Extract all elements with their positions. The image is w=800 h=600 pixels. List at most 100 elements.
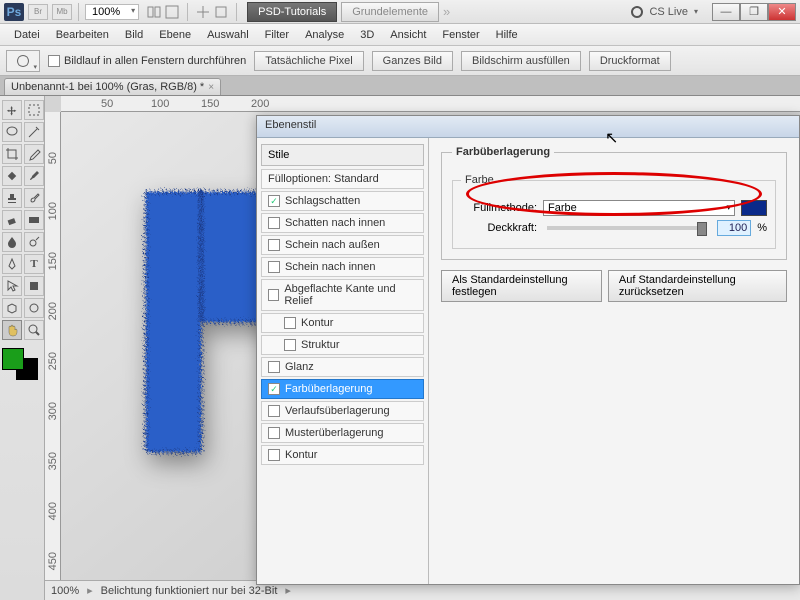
menu-bearbeiten[interactable]: Bearbeiten xyxy=(48,26,117,44)
group-title: Farbe xyxy=(461,174,498,186)
style-item[interactable]: Schein nach außen xyxy=(261,235,424,255)
style-item[interactable]: ✓Farbüberlagerung xyxy=(261,379,424,399)
marquee-tool[interactable] xyxy=(24,100,44,120)
style-item-label: Schein nach innen xyxy=(285,261,376,273)
style-item[interactable]: Musterüberlagerung xyxy=(261,423,424,443)
reset-default-button[interactable]: Auf Standardeinstellung zurücksetzen xyxy=(608,270,787,302)
menu-ebene[interactable]: Ebene xyxy=(151,26,199,44)
menu-datei[interactable]: Datei xyxy=(6,26,48,44)
shape-tool[interactable] xyxy=(24,276,44,296)
chevron-right-icon[interactable]: » xyxy=(443,4,450,19)
actual-pixels-button[interactable]: Tatsächliche Pixel xyxy=(254,51,363,71)
screenmode-icon[interactable] xyxy=(165,5,179,19)
style-checkbox[interactable]: ✓ xyxy=(268,195,280,207)
bridge-button[interactable]: Br xyxy=(28,4,48,20)
style-checkbox[interactable] xyxy=(268,427,280,439)
chevron-down-icon[interactable]: ▾ xyxy=(694,7,698,16)
zoom-tool[interactable] xyxy=(24,320,44,340)
maximize-button[interactable]: ❐ xyxy=(740,3,768,21)
print-size-button[interactable]: Druckformat xyxy=(589,51,671,71)
blur-tool[interactable] xyxy=(2,232,22,252)
wand-tool[interactable] xyxy=(24,122,44,142)
gradient-tool[interactable] xyxy=(24,210,44,230)
3d-tool[interactable] xyxy=(2,298,22,318)
app-titlebar: Ps Br Mb 100% PSD-Tutorials Grundelement… xyxy=(0,0,800,24)
style-checkbox[interactable] xyxy=(268,289,279,301)
menu-ansicht[interactable]: Ansicht xyxy=(382,26,434,44)
style-item-label: Verlaufsüberlagerung xyxy=(285,405,390,417)
style-item[interactable]: Kontur xyxy=(261,445,424,465)
opacity-label: Deckkraft: xyxy=(461,222,537,234)
style-item[interactable]: Struktur xyxy=(261,335,424,355)
menu-auswahl[interactable]: Auswahl xyxy=(199,26,257,44)
style-item[interactable]: Verlaufsüberlagerung xyxy=(261,401,424,421)
heal-tool[interactable] xyxy=(2,166,22,186)
dialog-title[interactable]: Ebenenstil xyxy=(257,116,799,138)
color-swatches[interactable] xyxy=(2,348,38,380)
menu-filter[interactable]: Filter xyxy=(257,26,297,44)
style-item[interactable]: Schein nach innen xyxy=(261,257,424,277)
menu-analyse[interactable]: Analyse xyxy=(297,26,352,44)
menu-fenster[interactable]: Fenster xyxy=(434,26,487,44)
style-checkbox[interactable] xyxy=(284,339,296,351)
fit-screen-button[interactable]: Ganzes Bild xyxy=(372,51,453,71)
tool-preset-picker[interactable] xyxy=(6,50,40,72)
scroll-all-checkbox[interactable] xyxy=(48,55,60,67)
style-list-header[interactable]: Stile xyxy=(261,144,424,166)
close-icon[interactable]: × xyxy=(208,82,214,93)
menu-bild[interactable]: Bild xyxy=(117,26,151,44)
style-item-blend-options[interactable]: Fülloptionen: Standard xyxy=(261,169,424,189)
move-tool[interactable] xyxy=(2,100,22,120)
style-item[interactable]: ✓Schlagschatten xyxy=(261,191,424,211)
eyedropper-tool[interactable] xyxy=(24,144,44,164)
cslive-label[interactable]: CS Live xyxy=(649,6,688,18)
style-item[interactable]: Schatten nach innen xyxy=(261,213,424,233)
style-checkbox[interactable] xyxy=(268,217,280,229)
style-checkbox[interactable] xyxy=(268,361,280,373)
brush-tool[interactable] xyxy=(24,166,44,186)
3d-camera-tool[interactable] xyxy=(24,298,44,318)
dodge-tool[interactable] xyxy=(24,232,44,252)
status-zoom[interactable]: 100% xyxy=(51,585,79,597)
fill-screen-button[interactable]: Bildschirm ausfüllen xyxy=(461,51,581,71)
style-checkbox[interactable] xyxy=(268,405,280,417)
menu-3d[interactable]: 3D xyxy=(352,26,382,44)
blend-mode-select[interactable]: Farbe xyxy=(543,200,735,216)
close-button[interactable]: ✕ xyxy=(768,3,796,21)
style-checkbox[interactable] xyxy=(268,261,280,273)
workspace-active[interactable]: PSD-Tutorials xyxy=(247,2,337,22)
workspace-other[interactable]: Grundelemente xyxy=(341,2,439,22)
style-checkbox[interactable] xyxy=(268,239,280,251)
pen-tool[interactable] xyxy=(2,254,22,274)
status-message: Belichtung funktioniert nur bei 32-Bit xyxy=(101,585,278,597)
path-select-tool[interactable] xyxy=(2,276,22,296)
crop-tool[interactable] xyxy=(2,144,22,164)
stamp-tool[interactable] xyxy=(2,188,22,208)
opacity-input[interactable]: 100 xyxy=(717,220,751,236)
foreground-color-swatch[interactable] xyxy=(2,348,24,370)
style-item[interactable]: Glanz xyxy=(261,357,424,377)
extras-icon[interactable] xyxy=(196,5,210,19)
style-item[interactable]: Abgeflachte Kante und Relief xyxy=(261,279,424,311)
minimize-button[interactable]: — xyxy=(712,3,740,21)
guides-icon[interactable] xyxy=(214,5,228,19)
style-checkbox[interactable] xyxy=(268,449,280,461)
style-item[interactable]: Kontur xyxy=(261,313,424,333)
zoom-dropdown[interactable]: 100% xyxy=(85,4,139,20)
style-checkbox[interactable] xyxy=(284,317,296,329)
style-item-label: Kontur xyxy=(285,449,317,461)
menu-hilfe[interactable]: Hilfe xyxy=(488,26,526,44)
hand-tool[interactable] xyxy=(2,320,22,340)
style-checkbox[interactable]: ✓ xyxy=(268,383,280,395)
document-tab[interactable]: Unbenannt-1 bei 100% (Gras, RGB/8) * × xyxy=(4,78,221,95)
eraser-tool[interactable] xyxy=(2,210,22,230)
opacity-slider[interactable] xyxy=(547,226,707,230)
color-swatch[interactable] xyxy=(741,200,767,216)
minibridge-button[interactable]: Mb xyxy=(52,4,72,20)
arrange-icon[interactable] xyxy=(147,5,161,19)
make-default-button[interactable]: Als Standardeinstellung festlegen xyxy=(441,270,602,302)
type-tool[interactable]: T xyxy=(24,254,44,274)
lasso-tool[interactable] xyxy=(2,122,22,142)
document-tab-label: Unbenannt-1 bei 100% (Gras, RGB/8) * xyxy=(11,81,204,93)
history-brush-tool[interactable] xyxy=(24,188,44,208)
